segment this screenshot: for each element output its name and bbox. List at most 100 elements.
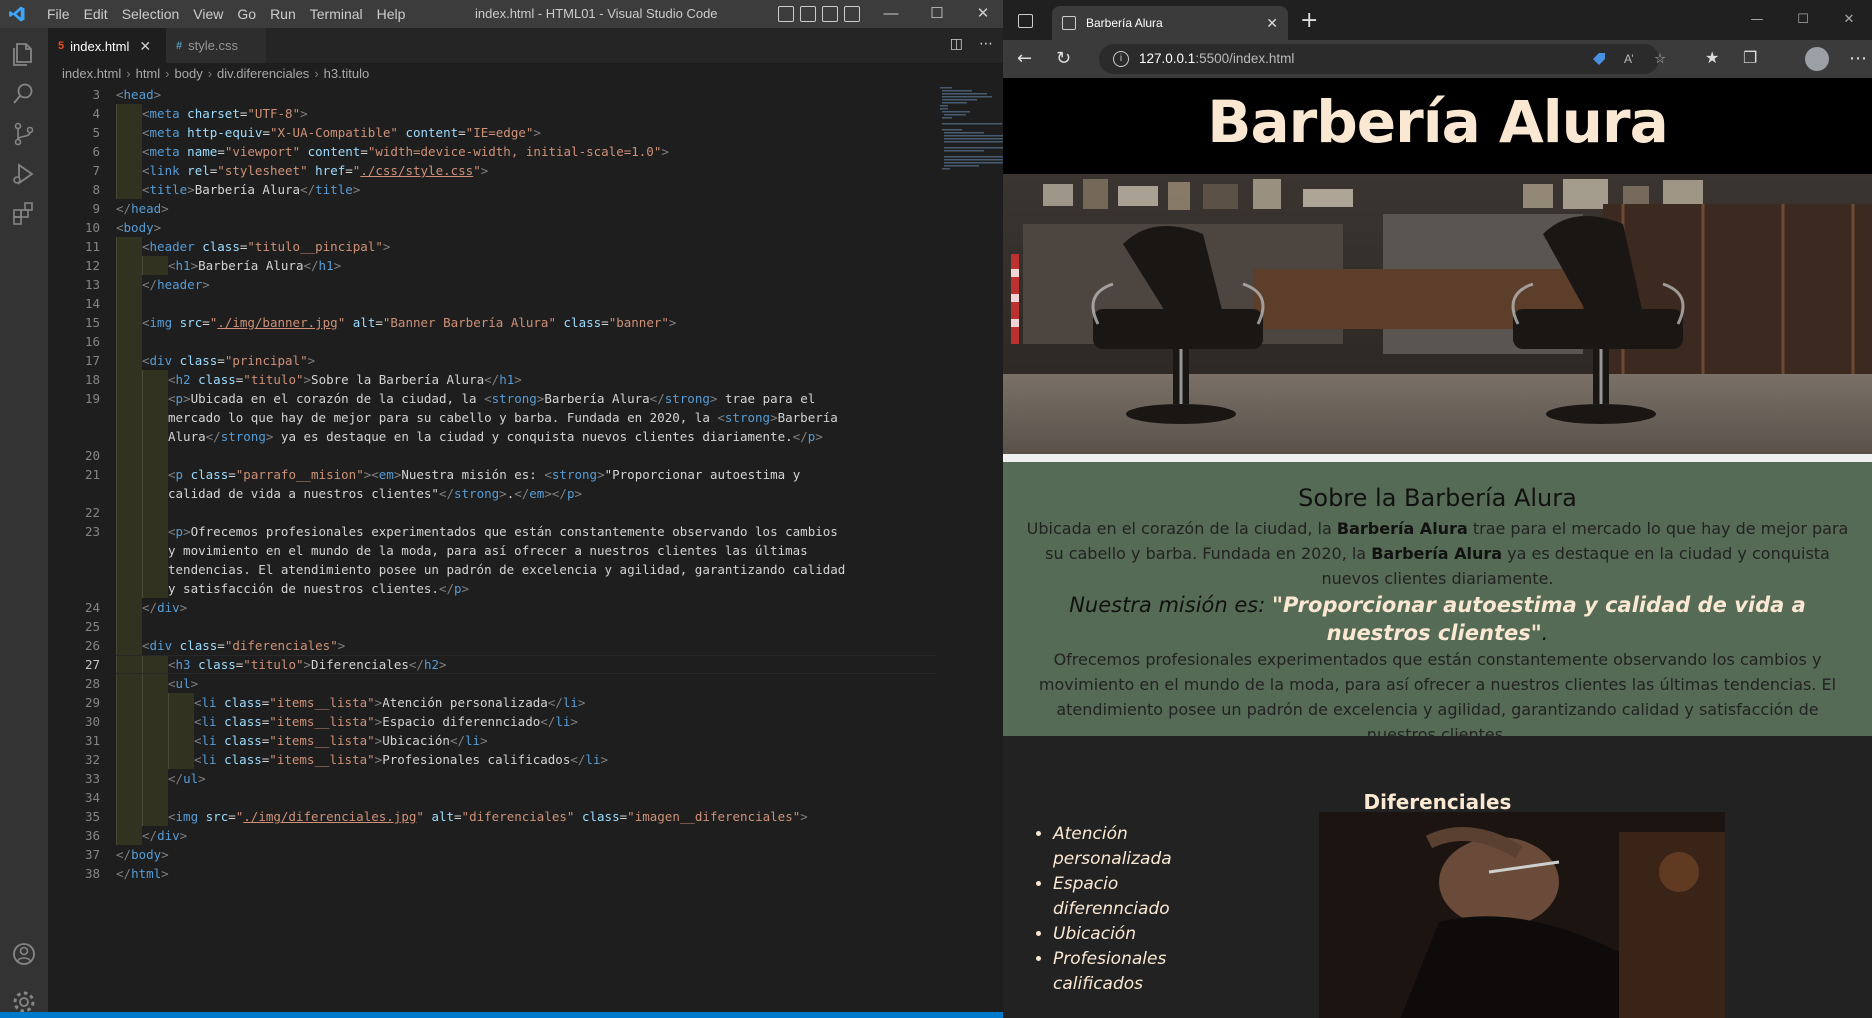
more-menu-icon[interactable]: ⋯ (1849, 48, 1867, 69)
code-line[interactable]: <body> (116, 218, 936, 237)
code-line[interactable]: <meta http-equiv="X-UA-Compatible" conte… (116, 123, 936, 142)
code-line[interactable]: </ul> (116, 769, 936, 788)
maximize-icon[interactable]: ☐ (1780, 0, 1826, 40)
close-icon[interactable]: ✕ (960, 0, 1003, 28)
code-line[interactable]: <p>Ofrecemos profesionales experimentado… (116, 522, 936, 541)
minimize-icon[interactable]: — (1734, 0, 1780, 40)
code-line[interactable]: <meta charset="UTF-8"> (116, 104, 936, 123)
tab-label: index.html (70, 38, 130, 54)
menu-run[interactable]: Run (263, 0, 303, 28)
indent-highlight (116, 180, 142, 199)
code-line[interactable] (116, 788, 936, 807)
explorer-icon[interactable] (10, 40, 38, 68)
code-line[interactable]: <title>Barbería Alura</title> (116, 180, 936, 199)
search-icon[interactable] (10, 80, 38, 108)
site-info-icon[interactable]: i (1113, 51, 1129, 67)
add-favorite-icon[interactable]: ☆ (1654, 44, 1666, 74)
menu-edit[interactable]: Edit (77, 0, 115, 28)
account-icon[interactable] (10, 940, 38, 968)
toggle-secondary-sidebar-icon[interactable] (822, 6, 838, 22)
collections-icon[interactable]: ❐ (1743, 48, 1757, 67)
code-line[interactable]: <p class="parrafo__mision"><em>Nuestra m… (116, 465, 936, 484)
back-arrow-icon[interactable]: ← (1017, 48, 1032, 69)
code-line[interactable]: <p>Ubicada en el corazón de la ciudad, l… (116, 389, 936, 408)
code-line[interactable]: <head> (116, 85, 936, 104)
code-line[interactable]: </header> (116, 275, 936, 294)
tab-index-html[interactable]: 5 index.html ✕ (48, 28, 166, 63)
split-editor-icon[interactable]: ◫ (950, 36, 963, 52)
code-line[interactable]: <li class="items__lista">Profesionales c… (116, 750, 936, 769)
code-line[interactable]: y satisfacción de nuestros clientes.</p> (116, 579, 936, 598)
menu-view[interactable]: View (186, 0, 230, 28)
code-line[interactable]: mercado lo que hay de mejor para su cabe… (116, 408, 936, 427)
code-line[interactable] (116, 332, 936, 351)
code-line[interactable]: <h3 class="titulo">Diferenciales</h2> (116, 655, 936, 674)
toggle-panel-icon[interactable] (800, 6, 816, 22)
code-line[interactable]: tendencias. El atendimiento posee un pad… (116, 560, 936, 579)
tab-style-css[interactable]: # style.css (166, 28, 266, 63)
maximize-icon[interactable]: ☐ (914, 0, 960, 28)
menu-selection[interactable]: Selection (115, 0, 187, 28)
breadcrumb-item[interactable]: body (175, 66, 203, 81)
code-line[interactable]: </html> (116, 864, 936, 883)
breadcrumb-item[interactable]: h3.titulo (324, 66, 370, 81)
close-icon[interactable]: ✕ (1826, 0, 1872, 40)
code-line[interactable]: <ul> (116, 674, 936, 693)
code-line[interactable]: Alura</strong> ya es destaque en la ciud… (116, 427, 936, 446)
status-bar (0, 1012, 1003, 1018)
layout-controls (778, 6, 860, 22)
minimap[interactable] (938, 85, 1003, 175)
profile-avatar[interactable] (1805, 47, 1829, 71)
code-line[interactable]: </div> (116, 826, 936, 845)
code-line[interactable]: calidad de vida a nuestros clientes"</st… (116, 484, 936, 503)
close-tab-icon[interactable]: ✕ (1266, 15, 1278, 32)
browser-tab[interactable]: Barbería Alura ✕ (1052, 6, 1288, 40)
code-line[interactable]: <li class="items__lista">Espacio diferen… (116, 712, 936, 731)
code-line[interactable]: </div> (116, 598, 936, 617)
code-line[interactable]: <link rel="stylesheet" href="./css/style… (116, 161, 936, 180)
code-line[interactable]: <div class="diferenciales"> (116, 636, 936, 655)
code-line[interactable]: <header class="titulo__pincipal"> (116, 237, 936, 256)
code-line[interactable]: <meta name="viewport" content="width=dev… (116, 142, 936, 161)
code-line[interactable]: y movimiento en el mundo de la moda, par… (116, 541, 936, 560)
code-line[interactable] (116, 617, 936, 636)
code-line[interactable]: <img src="./img/diferenciales.jpg" alt="… (116, 807, 936, 826)
menu-go[interactable]: Go (230, 0, 263, 28)
code-line[interactable]: <li class="items__lista">Ubicación</li> (116, 731, 936, 750)
breadcrumb-item[interactable]: index.html (62, 66, 121, 81)
code-line[interactable] (116, 503, 936, 522)
menu-file[interactable]: File (40, 0, 77, 28)
customize-layout-icon[interactable] (844, 6, 860, 22)
minimize-icon[interactable]: — (868, 0, 914, 28)
extensions-icon[interactable] (10, 200, 38, 228)
code-line[interactable]: <h1>Barbería Alura</h1> (116, 256, 936, 275)
favorites-icon[interactable]: ★ (1705, 48, 1719, 67)
menu-terminal[interactable]: Terminal (303, 0, 370, 28)
code-line[interactable] (116, 446, 936, 465)
new-tab-plus-icon[interactable]: + (1300, 8, 1318, 33)
tag-icon[interactable] (1592, 52, 1606, 66)
code-line[interactable]: <img src="./img/banner.jpg" alt="Banner … (116, 313, 936, 332)
code-text: <title>Barbería Alura</title> (142, 182, 361, 197)
line-number (48, 408, 100, 427)
code-editor[interactable]: 3 4 5 6 7 8 9 10 11 12 13 14 15 16 17 18 19 20 21 22 23 24 25 2… (48, 85, 1003, 1015)
code-lines[interactable]: <head> <meta charset="UTF-8"> <meta http-e… (116, 85, 936, 883)
code-line[interactable]: <li class="items__lista">Atención person… (116, 693, 936, 712)
close-tab-icon[interactable]: ✕ (139, 38, 151, 55)
read-aloud-icon[interactable]: A’ (1624, 44, 1634, 74)
run-debug-icon[interactable] (10, 160, 38, 188)
toggle-sidebar-icon[interactable] (778, 6, 794, 22)
code-line[interactable] (116, 294, 936, 313)
source-control-icon[interactable] (10, 120, 38, 148)
code-line[interactable]: </head> (116, 199, 936, 218)
menu-help[interactable]: Help (370, 0, 413, 28)
breadcrumb-item[interactable]: div.diferenciales (217, 66, 309, 81)
more-actions-icon[interactable]: ⋯ (979, 36, 993, 52)
reload-icon[interactable]: ↻ (1056, 48, 1071, 69)
address-bar[interactable]: i 127.0.0.1:5500/index.html A’ ☆ (1099, 44, 1666, 74)
tab-actions-icon[interactable] (1018, 14, 1033, 28)
code-line[interactable]: <h2 class="titulo">Sobre la Barbería Alu… (116, 370, 936, 389)
code-line[interactable]: <div class="principal"> (116, 351, 936, 370)
breadcrumb-item[interactable]: html (136, 66, 161, 81)
code-line[interactable]: </body> (116, 845, 936, 864)
